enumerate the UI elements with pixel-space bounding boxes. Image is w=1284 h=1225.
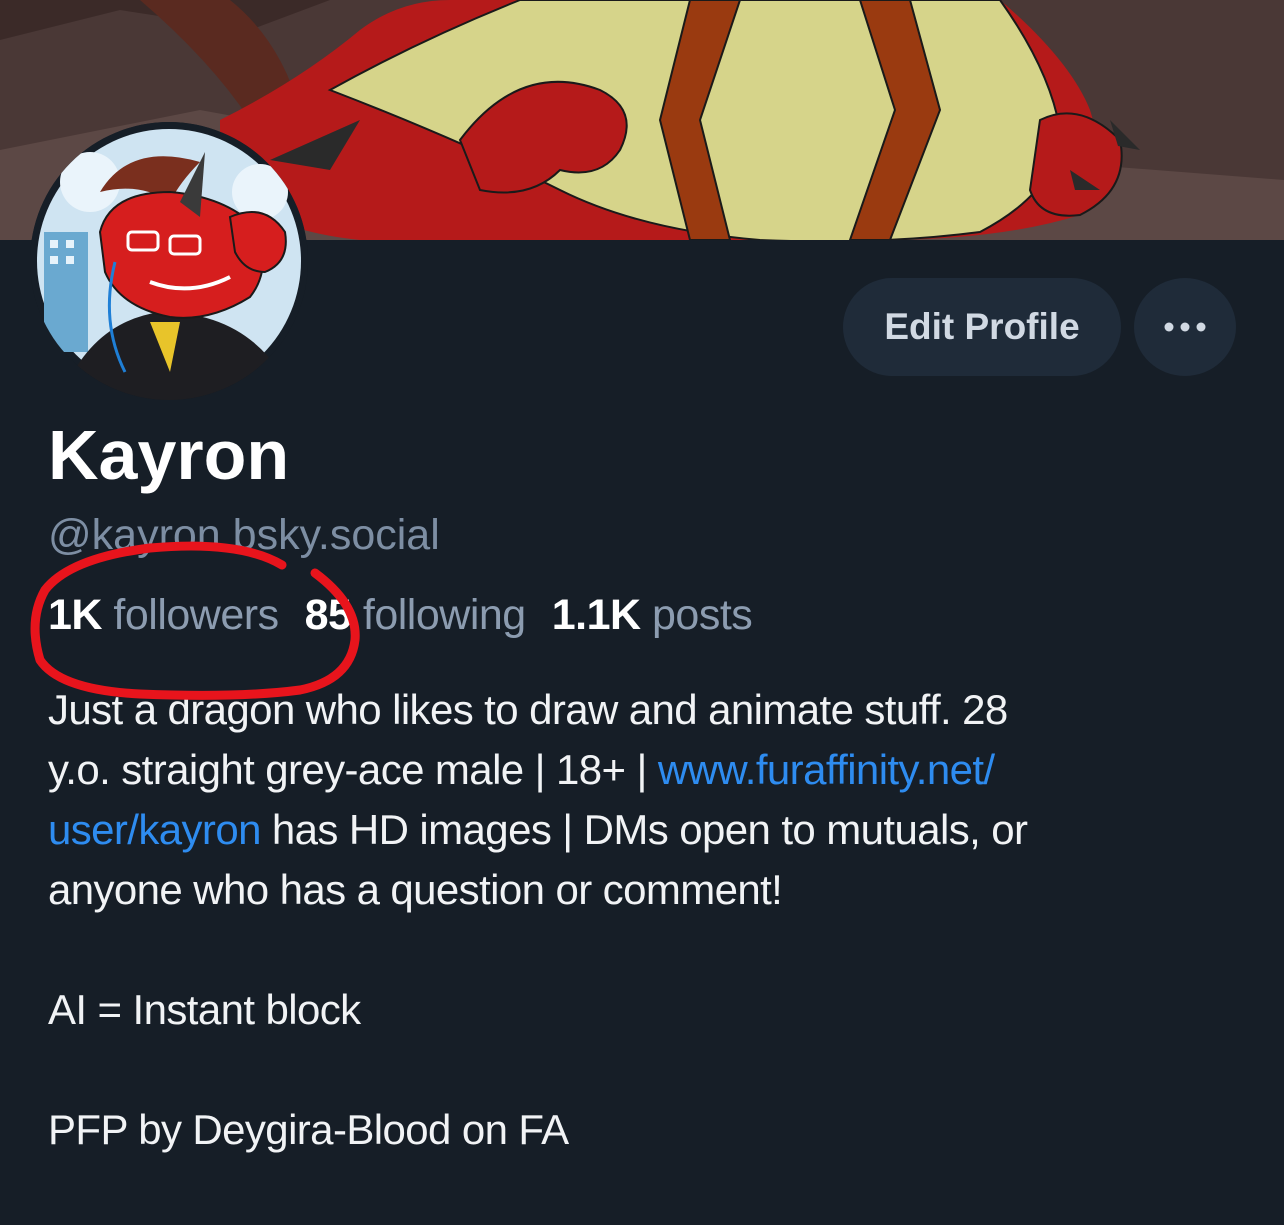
bio-link-furaffinity-continued[interactable]: user/kayron: [48, 806, 261, 853]
followers-label: followers: [113, 591, 279, 639]
bio-line: user/kayron has HD images | DMs open to …: [48, 800, 1228, 860]
bio-text: y.o. straight grey-ace male | 18+ |: [48, 746, 658, 793]
profile-handle: @kayron.bsky.social: [48, 511, 440, 559]
following-link[interactable]: 85 following: [304, 591, 527, 639]
followers-link[interactable]: 1K followers: [48, 591, 279, 639]
bio-line: Just a dragon who likes to draw and anim…: [48, 686, 1008, 733]
following-count: 85: [304, 591, 352, 639]
following-label: following: [362, 591, 526, 639]
avatar-image: [30, 122, 308, 400]
bio-line: AI = Instant block: [48, 986, 361, 1033]
posts-count: 1.1K: [551, 591, 641, 639]
bio-line: anyone who has a question or comment!: [48, 866, 783, 913]
bio-text: has HD images | DMs open to mutuals, or: [260, 806, 1028, 853]
more-options-button[interactable]: [1134, 278, 1236, 376]
bio-link-furaffinity[interactable]: www.furaffinity.net/: [658, 746, 995, 793]
profile-stats: 1K followers 85 following 1.1K posts: [48, 588, 753, 642]
bio-line: y.o. straight grey-ace male | 18+ | www.…: [48, 740, 1228, 800]
followers-count: 1K: [48, 591, 102, 639]
edit-profile-button[interactable]: Edit Profile: [843, 278, 1121, 376]
bio-line: PFP by Deygira-Blood on FA: [48, 1106, 569, 1153]
display-name: Kayron: [48, 416, 290, 494]
profile-avatar[interactable]: [30, 122, 308, 400]
profile-page: Edit Profile Kayron @kayron.bsky.social …: [0, 0, 1284, 1225]
profile-bio: Just a dragon who likes to draw and anim…: [48, 680, 1228, 1160]
posts-stat: 1.1K posts: [552, 591, 753, 639]
ellipsis-icon: [1164, 322, 1206, 332]
posts-label: posts: [652, 591, 753, 639]
